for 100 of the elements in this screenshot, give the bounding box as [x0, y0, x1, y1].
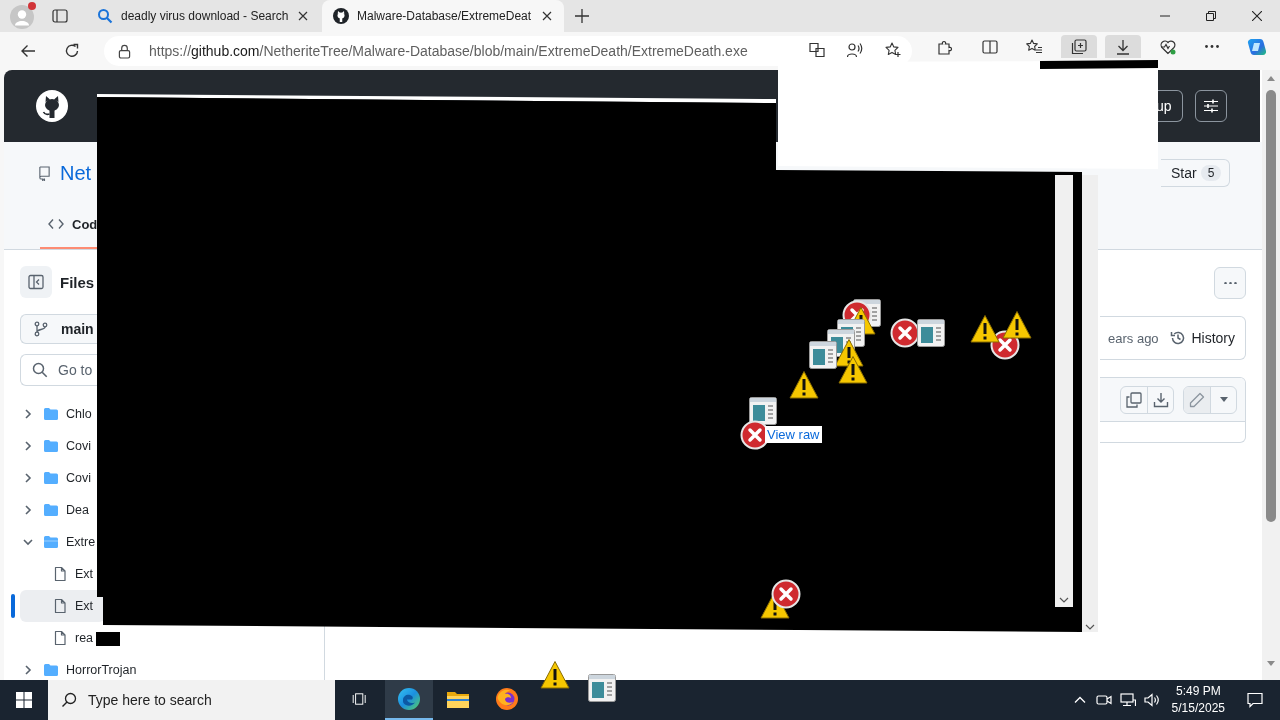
browser-logo-icon — [495, 687, 519, 711]
puzzle-icon — [937, 38, 953, 55]
warning-icon — [970, 314, 1000, 344]
chevron-down-icon — [1059, 597, 1069, 603]
filter-button[interactable] — [1195, 90, 1227, 122]
sliders-icon — [1203, 98, 1219, 114]
taskbar-search-field[interactable]: Type here to search — [48, 680, 335, 720]
downloads-button[interactable] — [1105, 35, 1141, 58]
view-raw-link[interactable]: View raw — [765, 426, 822, 443]
search-icon — [97, 8, 113, 24]
folder-item[interactable]: Covi — [20, 462, 91, 494]
folder-icon — [43, 534, 59, 550]
file-icon — [52, 630, 68, 646]
refresh-icon — [64, 43, 80, 59]
star-button[interactable]: Star 5 — [1161, 159, 1230, 187]
error-icon — [771, 579, 801, 609]
close-icon — [1252, 11, 1262, 21]
address-field[interactable]: https://github.com/NetheriteTree/Malware-Database/blob/main/ExtremeDeath/ExtremeDeath.exe — [104, 36, 912, 66]
task-view-icon — [352, 691, 368, 707]
file-item[interactable]: rea — [20, 622, 94, 654]
chevron-down-icon — [1085, 624, 1095, 630]
camera-icon[interactable] — [1095, 692, 1112, 708]
history-button[interactable]: History — [1170, 330, 1235, 346]
speaker-icon[interactable] — [1143, 692, 1160, 708]
scrollbar-track[interactable] — [1262, 70, 1280, 680]
folder-item[interactable]: Covi — [20, 430, 91, 462]
browser-button[interactable] — [385, 680, 433, 720]
speaking-person-icon — [847, 42, 863, 58]
browser-tab[interactable]: Malware-Database/ExtremeDeat — [322, 0, 564, 32]
split-panel-icon — [981, 38, 998, 55]
folder-icon — [43, 502, 59, 518]
notifications-icon[interactable] — [1247, 692, 1263, 708]
star-plus-icon — [885, 42, 901, 58]
branch-button[interactable]: main — [20, 314, 98, 344]
restore-icon — [1206, 11, 1216, 21]
app-window-icon — [748, 396, 778, 426]
branch-icon — [33, 321, 49, 337]
star-list-icon — [1026, 38, 1042, 55]
browser-tab[interactable]: deadly virus download - Search — [86, 0, 320, 32]
folder-icon — [43, 438, 59, 454]
app-window-icon — [916, 318, 946, 348]
history-icon — [1170, 330, 1187, 346]
more-icon — [1205, 45, 1219, 48]
close-icon — [298, 11, 309, 21]
book-icon — [38, 165, 51, 181]
app-logo-icon — [1246, 36, 1267, 57]
cat-logo-icon[interactable] — [36, 90, 68, 122]
folder-item[interactable]: Dea — [20, 494, 89, 526]
arrow-down-icon — [1267, 661, 1275, 666]
panel-chevron-icon — [28, 274, 44, 290]
browser-logo-icon — [397, 687, 421, 711]
download-icon — [1115, 38, 1131, 55]
search-icon — [61, 692, 77, 708]
collections-button[interactable] — [1060, 35, 1097, 58]
windows-logo-icon — [16, 692, 32, 708]
code-icon — [48, 216, 64, 232]
monitor-icon[interactable] — [1119, 692, 1136, 708]
download-icon — [1152, 391, 1169, 408]
clock-date: 5/15/2025 — [1171, 700, 1225, 717]
folder-item[interactable]: Extre — [20, 526, 96, 558]
search-icon — [32, 362, 48, 378]
folder-icon — [43, 662, 59, 678]
pencil-icon — [1189, 391, 1205, 408]
file-icon — [52, 598, 68, 614]
caret-down-icon — [1219, 397, 1228, 402]
stacked-plus-icon — [1070, 38, 1087, 55]
panel-icon — [52, 8, 68, 24]
copy-icon — [1126, 391, 1142, 408]
folder-icon — [43, 470, 59, 486]
file-icon — [52, 566, 68, 582]
cat-logo-icon — [333, 8, 349, 24]
clock-time: 5:49 PM — [1175, 683, 1221, 700]
commit-time: ears ago — [1108, 330, 1159, 346]
selection-indicator — [11, 594, 15, 618]
glitch-fragment — [96, 632, 120, 646]
close-icon — [541, 11, 552, 21]
profile-button[interactable] — [8, 2, 36, 30]
plus-icon — [574, 8, 590, 24]
folder-item[interactable]: Chlo — [20, 398, 92, 430]
file-item[interactable]: Ext — [20, 558, 94, 590]
warning-icon — [540, 660, 570, 690]
repository-name-link[interactable]: Net — [60, 161, 92, 185]
folder-icon — [43, 406, 59, 422]
app-window-icon — [587, 673, 617, 703]
app-window-icon — [808, 340, 838, 370]
overlapping-squares-icon — [809, 42, 825, 58]
sidebar-toggle-button[interactable] — [20, 266, 52, 298]
file-search-field[interactable]: Go to — [20, 354, 98, 386]
warning-icon — [1002, 310, 1032, 340]
folder-item[interactable]: HorrorTrojan — [20, 654, 137, 680]
scrollbar-thumb[interactable] — [1266, 90, 1276, 522]
lock-icon — [118, 43, 131, 59]
star-count: 5 — [1200, 165, 1222, 181]
files-title: Files — [60, 273, 95, 291]
more-icon — [1223, 281, 1237, 285]
warning-icon — [789, 370, 819, 400]
avatar-icon — [10, 5, 34, 29]
heart-pulse-icon — [1159, 38, 1176, 55]
warning-icon — [838, 355, 868, 385]
back-arrow-icon — [20, 43, 36, 59]
